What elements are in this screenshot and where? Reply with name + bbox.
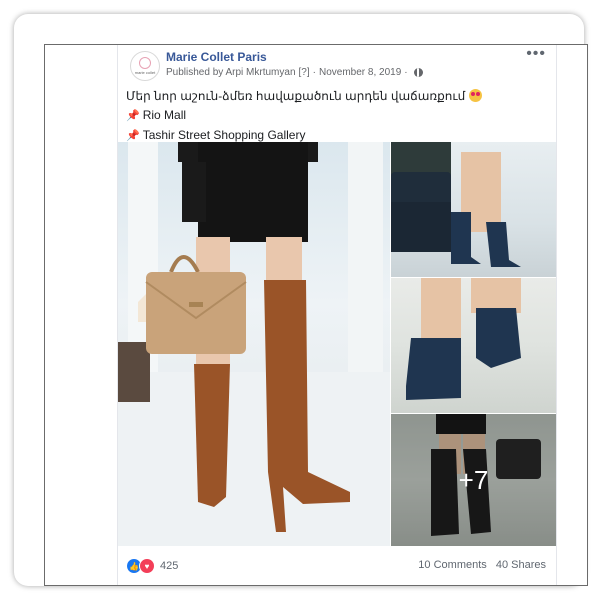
page-avatar[interactable]: marie collet xyxy=(130,51,160,81)
avatar-logo-mark xyxy=(139,57,151,69)
more-photos-overlay[interactable]: +7 xyxy=(391,414,556,546)
screenshot-frame: marie collet Marie Collet Paris Publishe… xyxy=(14,14,588,586)
post-date[interactable]: November 8, 2019 xyxy=(319,67,401,78)
main-photo[interactable] xyxy=(118,142,390,546)
published-by[interactable]: Published by Arpi Mkrtumyan xyxy=(166,67,296,78)
post-caption: Մեր նոր աշուն-ձմեռ հավաքածուն արդեն վաճա… xyxy=(126,87,483,146)
avatar-logo-text: marie collet xyxy=(134,70,156,75)
thumbnail-photo-1[interactable] xyxy=(391,142,556,277)
meta-separator-2: · xyxy=(404,67,408,78)
thumbnail-photo-2[interactable] xyxy=(391,278,556,413)
help-marker[interactable]: [?] xyxy=(299,67,310,78)
reaction-count[interactable]: 425 xyxy=(160,560,178,572)
caption-line-1: Մեր նոր աշուն-ձմեռ հավաքածուն արդեն վաճա… xyxy=(126,87,483,106)
more-options-button[interactable]: ••• xyxy=(526,45,546,63)
shares-count[interactable]: 40 Shares xyxy=(496,559,546,571)
meta-separator: · xyxy=(312,67,316,78)
engagement-counts: 10 Comments 40 Shares xyxy=(412,559,546,571)
main-photo-image xyxy=(118,142,390,546)
heart-eyes-emoji-icon xyxy=(469,89,483,102)
globe-icon xyxy=(413,68,423,77)
post-meta: Published by Arpi Mkrtumyan [?] · Novemb… xyxy=(166,67,423,78)
post-footer: 👍 ♥ 425 10 Comments 40 Shares xyxy=(118,555,556,577)
pushpin-icon: 📌 xyxy=(126,110,140,122)
love-reaction-icon: ♥ xyxy=(139,558,155,574)
page-name-link[interactable]: Marie Collet Paris xyxy=(166,50,267,64)
thumbnail-photo-3-more[interactable]: +7 xyxy=(391,414,556,546)
caption-line-2: 📌 Rio Mall xyxy=(126,106,482,126)
facebook-post: marie collet Marie Collet Paris Publishe… xyxy=(117,45,557,585)
inner-border: marie collet Marie Collet Paris Publishe… xyxy=(44,44,588,586)
thumbnail-photo-1-image xyxy=(391,142,521,267)
thumbnail-photo-2-image xyxy=(406,278,521,400)
reactions-summary[interactable]: 👍 ♥ 425 xyxy=(126,558,178,574)
comments-count[interactable]: 10 Comments xyxy=(418,559,486,571)
